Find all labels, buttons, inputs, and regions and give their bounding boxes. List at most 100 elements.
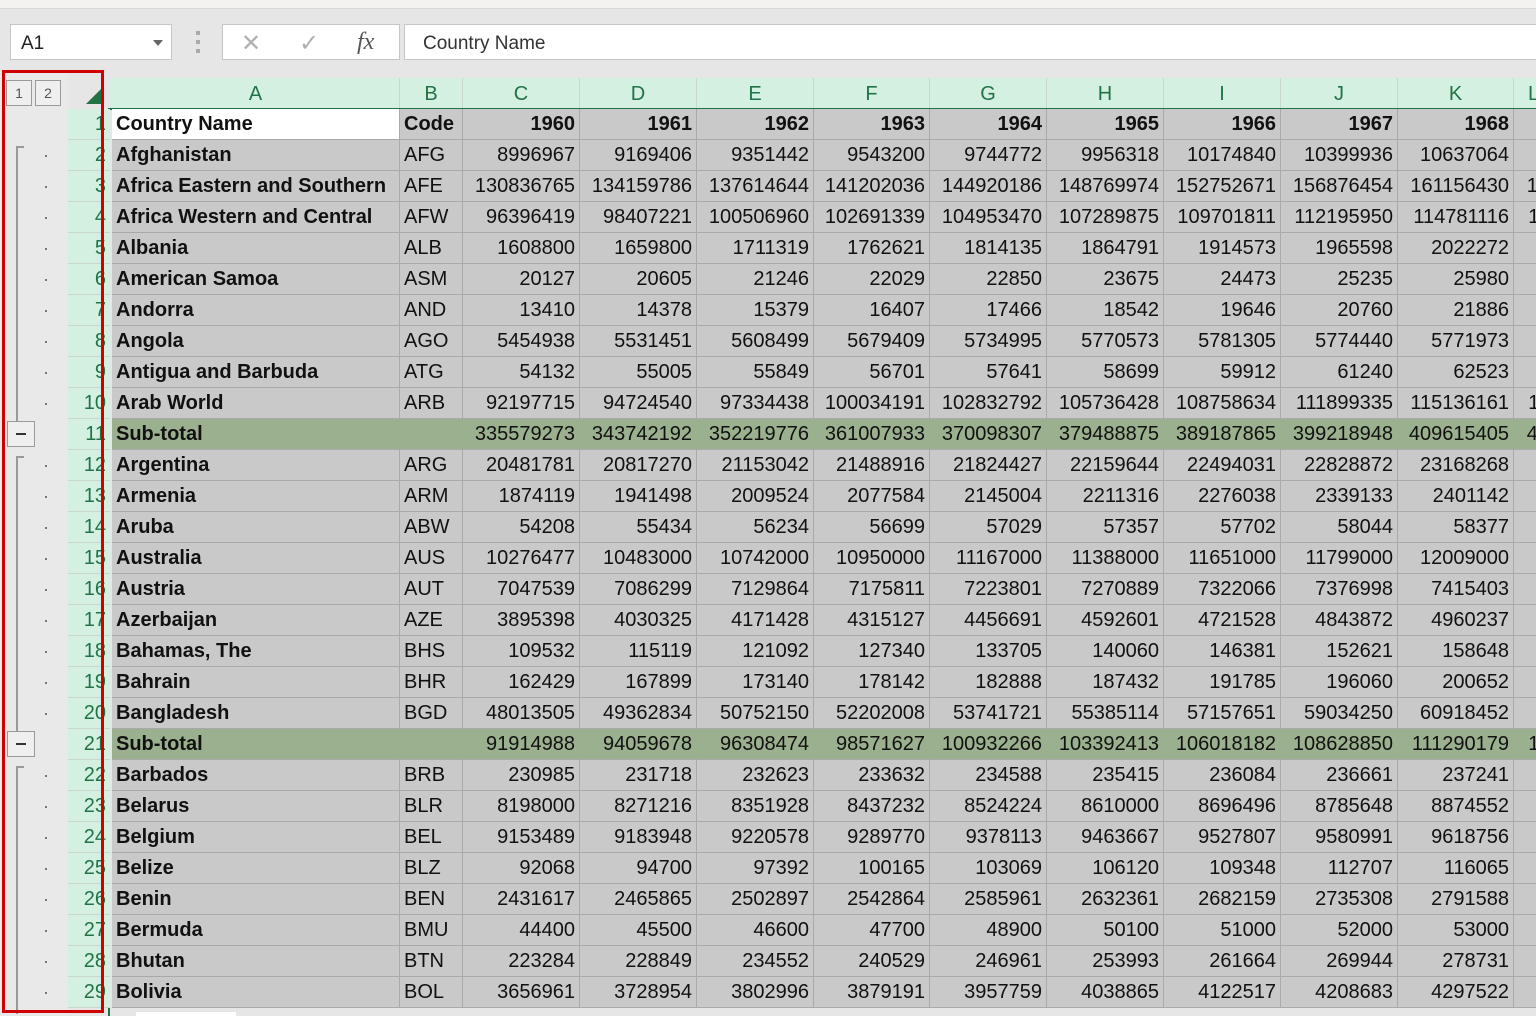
cell-a[interactable]: Benin xyxy=(112,884,400,915)
cell-l[interactable] xyxy=(1514,791,1536,822)
cell-l[interactable] xyxy=(1514,884,1536,915)
cell-k[interactable]: 21886 xyxy=(1398,295,1514,326)
cell-d[interactable]: 55005 xyxy=(580,357,697,388)
collapse-group-button[interactable] xyxy=(7,421,35,447)
cell-c[interactable]: 91914988 xyxy=(463,729,580,760)
cell-b[interactable]: BRB xyxy=(400,760,463,791)
cell-h[interactable]: 103392413 xyxy=(1047,729,1164,760)
cell-b[interactable]: BMU xyxy=(400,915,463,946)
cell-f[interactable]: 127340 xyxy=(814,636,930,667)
cell-i[interactable]: 152752671 xyxy=(1164,171,1281,202)
cell-j[interactable]: 399218948 xyxy=(1281,419,1398,450)
cell-h[interactable]: 187432 xyxy=(1047,667,1164,698)
cell-e[interactable]: 9351442 xyxy=(697,140,814,171)
column-header-b[interactable]: B xyxy=(400,78,463,108)
cell-f[interactable]: 5679409 xyxy=(814,326,930,357)
cell-h[interactable]: 140060 xyxy=(1047,636,1164,667)
column-header-a[interactable]: A xyxy=(112,78,400,108)
cell-e[interactable]: 10742000 xyxy=(697,543,814,574)
cell-h[interactable]: 50100 xyxy=(1047,915,1164,946)
row-header[interactable]: 26 xyxy=(68,884,110,915)
cell-c[interactable]: 223284 xyxy=(463,946,580,977)
cell-j[interactable]: 5774440 xyxy=(1281,326,1398,357)
column-header-k[interactable]: K xyxy=(1398,78,1514,108)
cell-j[interactable]: 4843872 xyxy=(1281,605,1398,636)
column-header-g[interactable]: G xyxy=(930,78,1047,108)
cell-a[interactable]: Bahrain xyxy=(112,667,400,698)
cell-e[interactable]: 21153042 xyxy=(697,450,814,481)
cell-a[interactable]: Aruba xyxy=(112,512,400,543)
cell-f[interactable]: 10950000 xyxy=(814,543,930,574)
cell-c[interactable]: 3895398 xyxy=(463,605,580,636)
cell-d[interactable]: 3728954 xyxy=(580,977,697,1008)
cell-j[interactable]: 61240 xyxy=(1281,357,1398,388)
cell-d[interactable]: 5531451 xyxy=(580,326,697,357)
cell-j[interactable]: 269944 xyxy=(1281,946,1398,977)
column-header-i[interactable]: I xyxy=(1164,78,1281,108)
cell-d[interactable]: 1941498 xyxy=(580,481,697,512)
cell-g[interactable]: 21824427 xyxy=(930,450,1047,481)
cell-e[interactable]: 97334438 xyxy=(697,388,814,419)
cell-j[interactable]: 25235 xyxy=(1281,264,1398,295)
cell-c[interactable]: 20481781 xyxy=(463,450,580,481)
cell-d[interactable]: 98407221 xyxy=(580,202,697,233)
cell-g[interactable]: 133705 xyxy=(930,636,1047,667)
cell-e[interactable]: 5608499 xyxy=(697,326,814,357)
cell-h[interactable]: 4038865 xyxy=(1047,977,1164,1008)
cell-c[interactable]: 3656961 xyxy=(463,977,580,1008)
row-header[interactable]: 19 xyxy=(68,667,110,698)
cell-k[interactable]: 111290179 xyxy=(1398,729,1514,760)
cell-d[interactable]: 8271216 xyxy=(580,791,697,822)
cell-k[interactable]: 161156430 xyxy=(1398,171,1514,202)
cell-d[interactable]: 45500 xyxy=(580,915,697,946)
cell-k[interactable]: 9618756 xyxy=(1398,822,1514,853)
cell-c[interactable]: 8198000 xyxy=(463,791,580,822)
cell-c[interactable]: 7047539 xyxy=(463,574,580,605)
cell-f[interactable]: 4315127 xyxy=(814,605,930,636)
cell-k[interactable]: 12009000 xyxy=(1398,543,1514,574)
cell-i[interactable]: 108758634 xyxy=(1164,388,1281,419)
cell-c[interactable]: 9153489 xyxy=(463,822,580,853)
cell-e[interactable]: 232623 xyxy=(697,760,814,791)
select-all-button[interactable] xyxy=(68,78,110,108)
cell-b[interactable] xyxy=(400,729,463,760)
cell-i[interactable]: 389187865 xyxy=(1164,419,1281,450)
row-header[interactable]: 9 xyxy=(68,357,110,388)
cell-h[interactable]: 2211316 xyxy=(1047,481,1164,512)
cell-j[interactable]: 4208683 xyxy=(1281,977,1398,1008)
cell-i[interactable]: 106018182 xyxy=(1164,729,1281,760)
cell-j[interactable]: 196060 xyxy=(1281,667,1398,698)
cell-i[interactable]: 9527807 xyxy=(1164,822,1281,853)
column-header-l[interactable]: L xyxy=(1514,78,1536,108)
row-header[interactable]: 4 xyxy=(68,202,110,233)
cell-l[interactable] xyxy=(1514,481,1536,512)
cell-e[interactable]: 1711319 xyxy=(697,233,814,264)
cell-c[interactable]: 92068 xyxy=(463,853,580,884)
cell-g[interactable]: 53741721 xyxy=(930,698,1047,729)
cell-d[interactable]: 1961 xyxy=(580,109,697,140)
cell-b[interactable] xyxy=(400,419,463,450)
cell-e[interactable]: 137614644 xyxy=(697,171,814,202)
row-header[interactable]: 28 xyxy=(68,946,110,977)
cell-c[interactable]: 8996967 xyxy=(463,140,580,171)
cell-j[interactable]: 22828872 xyxy=(1281,450,1398,481)
cell-l[interactable] xyxy=(1514,977,1536,1008)
row-header[interactable]: 3 xyxy=(68,171,110,202)
cell-b[interactable]: BEL xyxy=(400,822,463,853)
cell-k[interactable]: 200652 xyxy=(1398,667,1514,698)
cell-l[interactable] xyxy=(1514,822,1536,853)
cell-k[interactable]: 10637064 xyxy=(1398,140,1514,171)
cell-d[interactable]: 94724540 xyxy=(580,388,697,419)
cell-i[interactable]: 7322066 xyxy=(1164,574,1281,605)
cell-h[interactable]: 22159644 xyxy=(1047,450,1164,481)
insert-function-icon[interactable]: fx xyxy=(357,29,374,56)
cell-d[interactable]: 2465865 xyxy=(580,884,697,915)
cell-h[interactable]: 106120 xyxy=(1047,853,1164,884)
cell-h[interactable]: 2632361 xyxy=(1047,884,1164,915)
column-header-c[interactable]: C xyxy=(463,78,580,108)
cell-d[interactable]: 115119 xyxy=(580,636,697,667)
row-header[interactable]: 11 xyxy=(68,419,110,450)
cell-h[interactable]: 8610000 xyxy=(1047,791,1164,822)
cell-l[interactable]: 6 xyxy=(1514,698,1536,729)
cell-i[interactable]: 4122517 xyxy=(1164,977,1281,1008)
